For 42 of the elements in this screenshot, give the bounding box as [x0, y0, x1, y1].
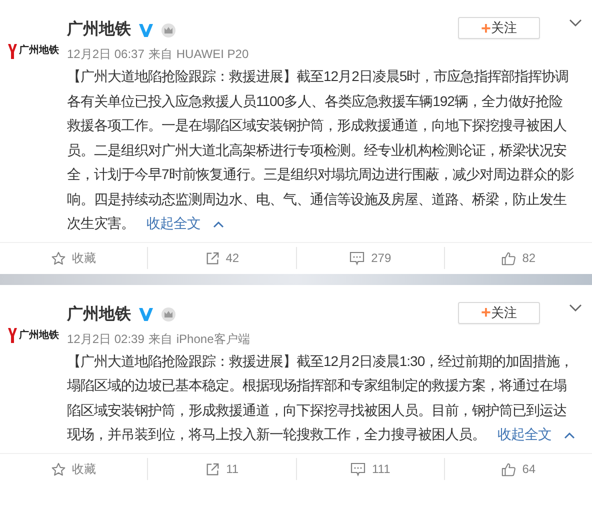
- like-button[interactable]: 82: [501, 247, 536, 269]
- comment-icon: [350, 462, 366, 476]
- post-time[interactable]: 12月2日 06:37: [67, 45, 144, 63]
- follow-button[interactable]: +关注: [458, 302, 540, 324]
- logo-text: 广州地铁: [19, 46, 59, 56]
- chevron-up-icon[interactable]: [564, 432, 574, 439]
- crown-icon: [161, 307, 176, 322]
- thumbs-up-icon: [501, 250, 516, 266]
- chevron-up-icon[interactable]: [212, 220, 224, 228]
- thumbs-up-icon: [501, 462, 516, 476]
- comment-button[interactable]: 279: [349, 247, 392, 269]
- chevron-down-icon[interactable]: [569, 304, 582, 312]
- post-time[interactable]: 12月2日 02:39: [67, 330, 144, 348]
- source-label: 来自: [148, 330, 172, 348]
- repost-button[interactable]: 11: [205, 458, 239, 480]
- logo-text: 广州地铁: [19, 330, 59, 340]
- share-icon: [205, 462, 220, 476]
- post-text: 【广州大道地陷抢险跟踪：救援进展】截至12月2日凌晨5时，市应急指挥部指挥协调各有关单位已投入应急救援人员1100多人、各类应急救援车辆192辆，全力做好抢险救援各项工作。一是在塌陷区域安装钢护筒，形成救援通道，向地下探挖搜寻被困人员。二是组织对广州大道北高架桥进行专项检测。经专业机构检测论证，桥梁状况安全，计划于今早7时前恢复通行。三是组织对塌坑周边进行围蔽，减少对周边群众的影响。四是持续动态监测周边水、电、气、通信等设施及房屋、道路、桥梁，防止发生次生灾害。 收起全文: [67, 67, 575, 233]
- post-source: HUAWEI P20: [176, 46, 249, 63]
- avatar-logo[interactable]: 广州地铁: [8, 324, 59, 348]
- account-name[interactable]: 广州地铁: [67, 302, 131, 326]
- post-text: 【广州大道地陷抢险跟踪：救援进展】截至12月2日凌晨1:30，经过前期的加固措施，塌陷区域的边坡已基本稳定。根据现场指挥部和专家组制定的救援方案，将通过在塌陷区域安装钢护筒，形成救援通道，向下探挖寻找被困人员。目前，钢护筒已到运达现场，并吊装到位，将马上投入新一轮搜救工作，全力搜寻被困人员。 收起全文: [67, 352, 575, 444]
- comment-button[interactable]: 111: [350, 458, 390, 480]
- avatar-logo[interactable]: 广州地铁: [8, 39, 59, 63]
- favorite-button[interactable]: 收藏: [51, 458, 96, 480]
- follow-button[interactable]: +关注: [458, 17, 540, 39]
- post-source: iPhone客户端: [176, 330, 250, 348]
- comment-icon: [349, 250, 366, 266]
- star-icon: [51, 462, 66, 476]
- like-button[interactable]: 64: [501, 458, 536, 480]
- metro-logo-icon: [8, 328, 17, 343]
- metro-logo-icon: [8, 44, 17, 58]
- source-label: 来自: [148, 46, 172, 63]
- share-icon: [204, 250, 220, 266]
- crown-icon: [161, 22, 176, 38]
- repost-button[interactable]: 42: [204, 247, 240, 269]
- account-name[interactable]: 广州地铁: [67, 18, 131, 42]
- favorite-button[interactable]: 收藏: [51, 247, 96, 269]
- chevron-down-icon[interactable]: [569, 19, 582, 27]
- collapse-link[interactable]: 收起全文: [146, 215, 200, 231]
- star-icon: [51, 250, 66, 266]
- collapse-link[interactable]: 收起全文: [498, 426, 552, 442]
